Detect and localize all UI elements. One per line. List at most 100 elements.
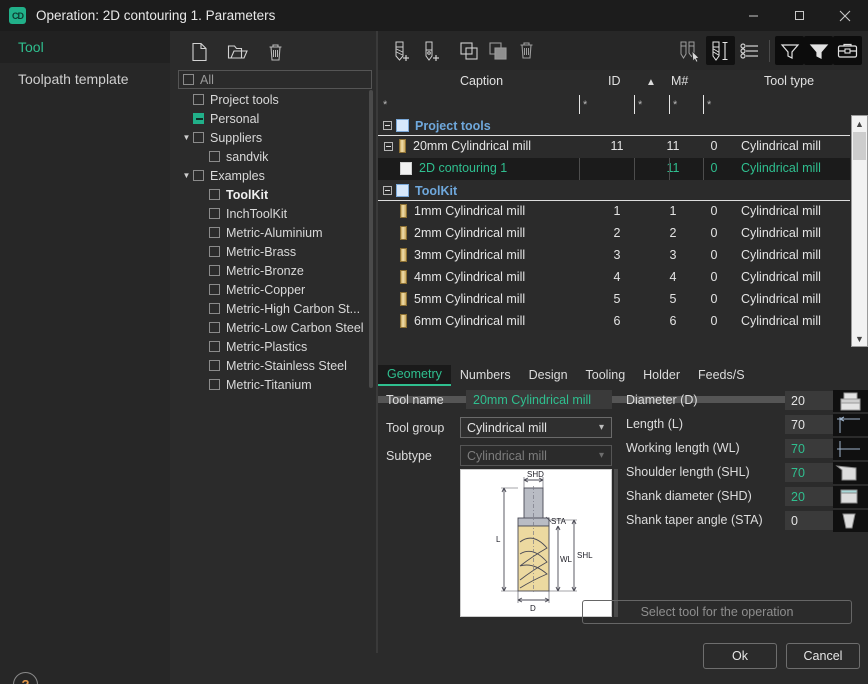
table-vertical-scrollbar[interactable]: ▲ ▼ bbox=[851, 115, 868, 347]
table-row[interactable]: 2mm Cylindrical mill220Cylindrical mill bbox=[378, 223, 850, 245]
tree-node-checkbox[interactable] bbox=[209, 303, 220, 314]
tree-node[interactable]: Metric-Bronze bbox=[178, 261, 374, 280]
tree-node[interactable]: Metric-Low Carbon Steel bbox=[178, 318, 374, 337]
tree-node-checkbox[interactable] bbox=[209, 265, 220, 276]
tree-node[interactable]: ▼Examples bbox=[178, 166, 374, 185]
collapse-icon[interactable] bbox=[383, 186, 392, 195]
select-tool-cursor-icon[interactable] bbox=[677, 36, 706, 65]
tree-node-checkbox[interactable] bbox=[209, 227, 220, 238]
parameter-value-field[interactable]: 0 bbox=[785, 511, 833, 530]
column-header-mnum[interactable]: M# bbox=[671, 74, 688, 88]
tree-all-row[interactable]: All bbox=[178, 70, 372, 89]
column-header-caption[interactable]: Caption bbox=[460, 74, 503, 88]
tree-node[interactable]: Metric-High Carbon St... bbox=[178, 299, 374, 318]
tab-holder[interactable]: Holder bbox=[634, 366, 689, 385]
scroll-thumb[interactable] bbox=[853, 132, 866, 160]
parameter-value-field[interactable]: 70 bbox=[785, 415, 833, 434]
open-folder-icon[interactable] bbox=[226, 41, 248, 63]
table-row[interactable]: 3mm Cylindrical mill330Cylindrical mill bbox=[378, 245, 850, 267]
tree-node-checkbox[interactable] bbox=[193, 113, 204, 124]
tree-node[interactable]: Metric-Plastics bbox=[178, 337, 374, 356]
tree-node-checkbox[interactable] bbox=[209, 360, 220, 371]
filter-mnum[interactable]: * bbox=[673, 99, 677, 111]
scroll-down-icon[interactable]: ▼ bbox=[852, 331, 867, 346]
tab-geometry[interactable]: Geometry bbox=[378, 365, 451, 386]
tree-node-checkbox[interactable] bbox=[209, 322, 220, 333]
tool-group-select[interactable]: Cylindrical mill ▾ bbox=[460, 417, 612, 438]
tab-numbers[interactable]: Numbers bbox=[451, 366, 520, 385]
tree-node-checkbox[interactable] bbox=[209, 189, 220, 200]
tab-tooling[interactable]: Tooling bbox=[577, 366, 635, 385]
tree-node-checkbox[interactable] bbox=[209, 284, 220, 295]
tab-feeds-s[interactable]: Feeds/S bbox=[689, 366, 754, 385]
tree-node[interactable]: ToolKit bbox=[178, 185, 374, 204]
table-row[interactable]: 4mm Cylindrical mill440Cylindrical mill bbox=[378, 267, 850, 289]
tree-node[interactable]: Personal bbox=[178, 109, 374, 128]
tree-node[interactable]: Metric-Brass bbox=[178, 242, 374, 261]
filter-caption[interactable]: * bbox=[383, 99, 387, 111]
delete-trash-icon[interactable] bbox=[512, 36, 541, 65]
new-file-icon[interactable] bbox=[188, 41, 210, 63]
tree-node-checkbox[interactable] bbox=[209, 208, 220, 219]
filter-id[interactable]: * bbox=[583, 99, 587, 111]
sidebar-item-toolpath-template[interactable]: Toolpath template bbox=[0, 63, 170, 95]
diagram-scrollbar[interactable] bbox=[614, 469, 618, 617]
table-row[interactable]: 5mm Cylindrical mill550Cylindrical mill bbox=[378, 289, 850, 311]
chevron-down-icon[interactable]: ▼ bbox=[180, 171, 193, 180]
toolbox-icon[interactable] bbox=[833, 36, 862, 65]
column-header-id[interactable]: ID bbox=[608, 74, 621, 88]
tree-node-checkbox[interactable] bbox=[209, 246, 220, 257]
ok-button[interactable]: Ok bbox=[703, 643, 777, 669]
tool-name-field[interactable]: 20mm Cylindrical mill bbox=[466, 390, 612, 409]
tree-node-checkbox[interactable] bbox=[209, 341, 220, 352]
parameter-value-field[interactable]: 20 bbox=[785, 391, 833, 410]
close-icon[interactable] bbox=[822, 0, 868, 31]
tree-node-checkbox[interactable] bbox=[193, 170, 204, 181]
cancel-button[interactable]: Cancel bbox=[786, 643, 860, 669]
maximize-icon[interactable] bbox=[776, 0, 822, 31]
tree-node-checkbox[interactable] bbox=[209, 151, 220, 162]
parameter-value-field[interactable]: 70 bbox=[785, 463, 833, 482]
add-drill-tool-icon[interactable] bbox=[417, 36, 446, 65]
select-tool-button[interactable]: Select tool for the operation bbox=[582, 600, 852, 624]
tree-node[interactable]: sandvik bbox=[178, 147, 374, 166]
minimize-icon[interactable] bbox=[730, 0, 776, 31]
tree-all-checkbox[interactable] bbox=[183, 74, 194, 85]
collapse-icon[interactable] bbox=[384, 142, 393, 151]
table-group-header[interactable]: ToolKit bbox=[378, 180, 850, 201]
tree-node[interactable]: Metric-Stainless Steel bbox=[178, 356, 374, 375]
collapse-icon[interactable] bbox=[383, 121, 392, 130]
tree-node[interactable]: Metric-Aluminium bbox=[178, 223, 374, 242]
filter-tooltype[interactable]: * bbox=[707, 99, 711, 111]
table-row[interactable]: 6mm Cylindrical mill660Cylindrical mill bbox=[378, 311, 850, 333]
delete-trash-icon[interactable] bbox=[264, 41, 286, 63]
tree-node-checkbox[interactable] bbox=[209, 379, 220, 390]
tree-node-checkbox[interactable] bbox=[193, 94, 204, 105]
tree-node[interactable]: Metric-Titanium bbox=[178, 375, 374, 394]
tree-node[interactable]: InchToolKit bbox=[178, 204, 374, 223]
sidebar-item-tool[interactable]: Tool bbox=[0, 31, 170, 63]
add-mill-tool-icon[interactable] bbox=[388, 36, 417, 65]
chevron-down-icon[interactable]: ▼ bbox=[180, 133, 193, 142]
tree-node[interactable]: Project tools bbox=[178, 90, 374, 109]
tree-node-checkbox[interactable] bbox=[193, 132, 204, 143]
parameter-value-field[interactable]: 70 bbox=[785, 439, 833, 458]
paste-icon[interactable] bbox=[483, 36, 512, 65]
copy-icon[interactable] bbox=[454, 36, 483, 65]
column-header-sort-indicator[interactable]: ▲ bbox=[646, 77, 656, 88]
column-header-tooltype[interactable]: Tool type bbox=[764, 74, 814, 88]
help-button[interactable]: ? bbox=[13, 672, 38, 684]
tab-design[interactable]: Design bbox=[520, 366, 577, 385]
tree-node[interactable]: ▼Suppliers bbox=[178, 128, 374, 147]
table-row[interactable]: 20mm Cylindrical mill11110Cylindrical mi… bbox=[378, 136, 850, 158]
tree-node[interactable]: Metric-Copper bbox=[178, 280, 374, 299]
tree-scrollbar[interactable] bbox=[369, 90, 373, 388]
table-row[interactable]: 2D contouring 1110Cylindrical mill bbox=[378, 158, 850, 180]
tool-dimensions-icon[interactable] bbox=[706, 36, 735, 65]
filter-solid-icon[interactable] bbox=[804, 36, 833, 65]
filter-outline-icon[interactable] bbox=[775, 36, 804, 65]
table-row[interactable]: 1mm Cylindrical mill110Cylindrical mill bbox=[378, 201, 850, 223]
parameter-value-field[interactable]: 20 bbox=[785, 487, 833, 506]
settings-sliders-icon[interactable] bbox=[735, 36, 764, 65]
scroll-up-icon[interactable]: ▲ bbox=[852, 116, 867, 131]
